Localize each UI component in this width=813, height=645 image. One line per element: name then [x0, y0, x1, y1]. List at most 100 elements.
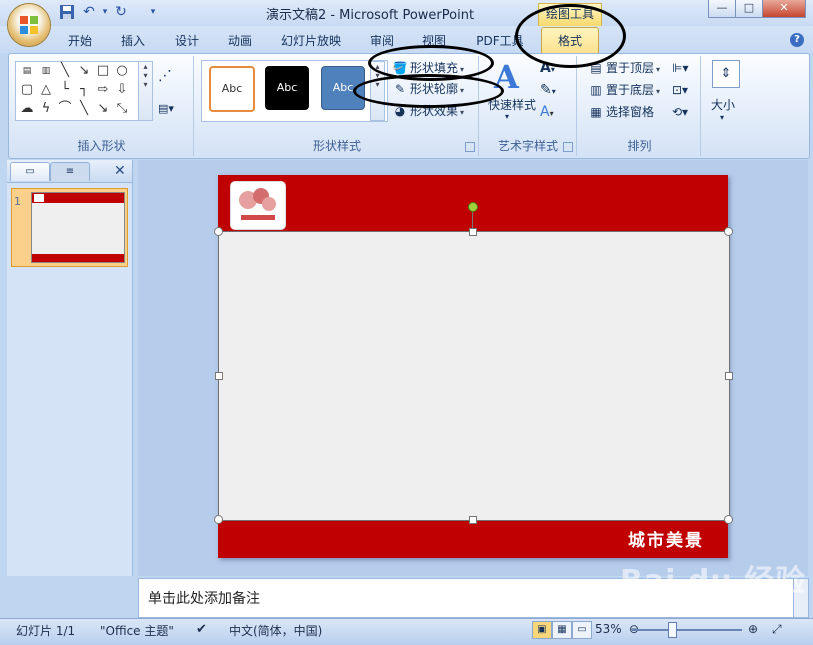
wordart-a-icon[interactable]: A [494, 58, 519, 96]
size-icon[interactable]: ⇕ [712, 60, 740, 88]
style-thumb-orange-outline[interactable]: Abc [209, 66, 255, 112]
theme-name: "Office 主题" [100, 624, 174, 638]
outline-tab-icon[interactable]: ≡ [50, 162, 90, 181]
fit-to-window-icon[interactable]: ⤢ [772, 622, 782, 637]
styles-gallery-scroll[interactable]: ▴ ▾ ▾ [370, 61, 385, 121]
slideshow-view-icon[interactable]: ▭ [572, 621, 592, 639]
vertical-textbox-icon[interactable]: ▥ [37, 63, 55, 79]
resize-handle-bottom[interactable] [469, 516, 477, 524]
tab-design[interactable]: 设计 [167, 32, 207, 50]
dialog-launcher-icon[interactable] [465, 142, 475, 152]
slide-number: 1 [14, 195, 21, 208]
align-icon[interactable]: ⊫▾ [672, 61, 688, 75]
quick-styles-button[interactable]: 快速样式 [488, 96, 536, 113]
lightning-icon[interactable]: ϟ [37, 101, 55, 117]
group-label-wordart: 艺术字样式 [497, 139, 558, 153]
tab-home[interactable]: 开始 [60, 32, 100, 50]
text-effects-icon[interactable]: A▾ [540, 104, 554, 120]
tab-pdf-tools[interactable]: PDF工具 [470, 32, 530, 50]
rounded-rect-icon[interactable]: ▢ [18, 82, 36, 98]
bring-to-front-button[interactable]: ▤ 置于顶层 ▾ [588, 59, 660, 77]
slide-logo-image[interactable] [230, 181, 286, 230]
close-panel-icon[interactable]: ✕ [114, 163, 126, 179]
shapes-gallery-scroll[interactable]: ▴ ▾ ▾ [138, 61, 153, 121]
send-to-back-label: 置于底层 [606, 83, 655, 97]
tab-insert[interactable]: 插入 [113, 32, 153, 50]
slide-sorter-icon[interactable]: ▦ [552, 621, 572, 639]
send-to-back-button[interactable]: ▥ 置于底层 ▾ [588, 81, 660, 99]
redo-icon[interactable]: ↻ [112, 4, 130, 21]
ellipse-icon[interactable]: ○ [113, 63, 131, 79]
office-button[interactable] [8, 4, 50, 46]
maximize-button[interactable]: □ [735, 0, 763, 18]
spellcheck-icon[interactable]: ✔ [196, 622, 207, 637]
resize-handle-top-left[interactable] [214, 227, 223, 236]
text-outline-icon[interactable]: ✎▾ [540, 82, 556, 98]
arrow-line-icon[interactable]: ↘ [75, 63, 93, 79]
elbow-arrow-icon[interactable]: ┐ [75, 82, 93, 98]
cloud-icon[interactable]: ☁ [18, 101, 36, 117]
size-dropdown-icon[interactable]: ▾ [720, 113, 724, 122]
selection-pane-button[interactable]: ▦ 选择窗格 [588, 103, 654, 121]
tab-view[interactable]: 视图 [414, 32, 454, 50]
textbox-icon[interactable]: ▤ [18, 63, 36, 79]
down-arrow-icon[interactable]: ⇩ [113, 82, 131, 98]
zoom-slider-thumb[interactable] [668, 622, 677, 638]
tab-format[interactable]: 格式 [541, 27, 599, 55]
quick-styles-dropdown-icon[interactable]: ▾ [505, 112, 509, 121]
resize-handle-top[interactable] [469, 228, 477, 236]
arc-icon[interactable]: ⌒ [56, 101, 74, 117]
shape-effects-label: 形状效果 [410, 104, 459, 118]
zoom-level[interactable]: 53% [595, 622, 622, 636]
normal-view-icon[interactable]: ▣ [532, 621, 552, 639]
group-objects-icon[interactable]: ⊡▾ [672, 83, 688, 97]
resize-handle-left[interactable] [215, 372, 223, 380]
elbow-connector-icon[interactable]: └ [56, 82, 74, 98]
slide-footer-text[interactable]: 城市美景 [628, 526, 704, 551]
dialog-launcher-icon[interactable] [563, 142, 573, 152]
help-icon[interactable]: ? [790, 33, 804, 47]
paint-bucket-icon: 🪣 [392, 61, 408, 75]
tab-slideshow[interactable]: 幻灯片放映 [276, 32, 346, 50]
selected-rectangle-shape[interactable] [218, 231, 730, 521]
resize-handle-right[interactable] [725, 372, 733, 380]
line-icon[interactable]: ╲ [56, 63, 74, 79]
shapes-gallery[interactable]: ▤ ▥ ╲ ↘ □ ○ ▢ △ └ ┐ ⇨ ⇩ ☁ ϟ ⌒ ╲ ↘ ⤡ [15, 61, 139, 121]
rotation-handle[interactable] [468, 202, 478, 212]
diagonal-arrow-icon[interactable]: ↘ [94, 101, 112, 117]
customize-qat-icon[interactable]: ▾ [144, 4, 162, 21]
resize-handle-bottom-left[interactable] [214, 515, 223, 524]
resize-handle-top-right[interactable] [724, 227, 733, 236]
group-label-arrange: 排列 [627, 139, 652, 153]
tab-animation[interactable]: 动画 [220, 32, 260, 50]
watermark-url: jingyan.baidu.com [640, 590, 742, 603]
shape-effects-button[interactable]: ◕ 形状效果 ▾ [392, 102, 464, 120]
style-thumb-blue[interactable]: Abc [321, 66, 365, 110]
close-button[interactable]: ✕ [762, 0, 806, 18]
resize-handle-bottom-right[interactable] [724, 515, 733, 524]
shape-outline-label: 形状轮廓 [410, 82, 459, 96]
right-arrow-icon[interactable]: ⇨ [94, 82, 112, 98]
group-label-shape-styles: 形状样式 [312, 139, 361, 153]
tab-review[interactable]: 审阅 [362, 32, 402, 50]
double-arrow-icon[interactable]: ⤡ [113, 101, 131, 117]
minimize-button[interactable]: — [708, 0, 736, 18]
edit-shape-icon[interactable]: ⋰ [158, 68, 172, 84]
triangle-icon[interactable]: △ [37, 82, 55, 98]
slides-tab-icon[interactable]: ▭ [10, 162, 50, 181]
rotate-icon[interactable]: ⟲▾ [672, 105, 688, 119]
rectangle-icon[interactable]: □ [94, 63, 112, 79]
shape-fill-button[interactable]: 🪣 形状填充 ▾ [392, 59, 465, 77]
zoom-in-icon[interactable]: ⊕ [748, 622, 758, 636]
textbox-dropdown-icon[interactable]: ▤▾ [158, 102, 174, 115]
notes-placeholder[interactable]: 单击此处添加备注 [148, 588, 260, 608]
save-icon[interactable] [58, 4, 76, 21]
zoom-slider-track[interactable] [632, 629, 742, 631]
size-button[interactable]: 大小 [711, 96, 735, 113]
shape-outline-button[interactable]: ✎ 形状轮廓 ▾ [392, 80, 464, 98]
send-back-icon: ▥ [590, 83, 602, 97]
slide-thumbnail[interactable] [31, 192, 125, 263]
diagonal-line-icon[interactable]: ╲ [75, 101, 93, 117]
style-thumb-black[interactable]: Abc [265, 66, 309, 110]
text-fill-icon[interactable]: A▾ [540, 60, 555, 76]
